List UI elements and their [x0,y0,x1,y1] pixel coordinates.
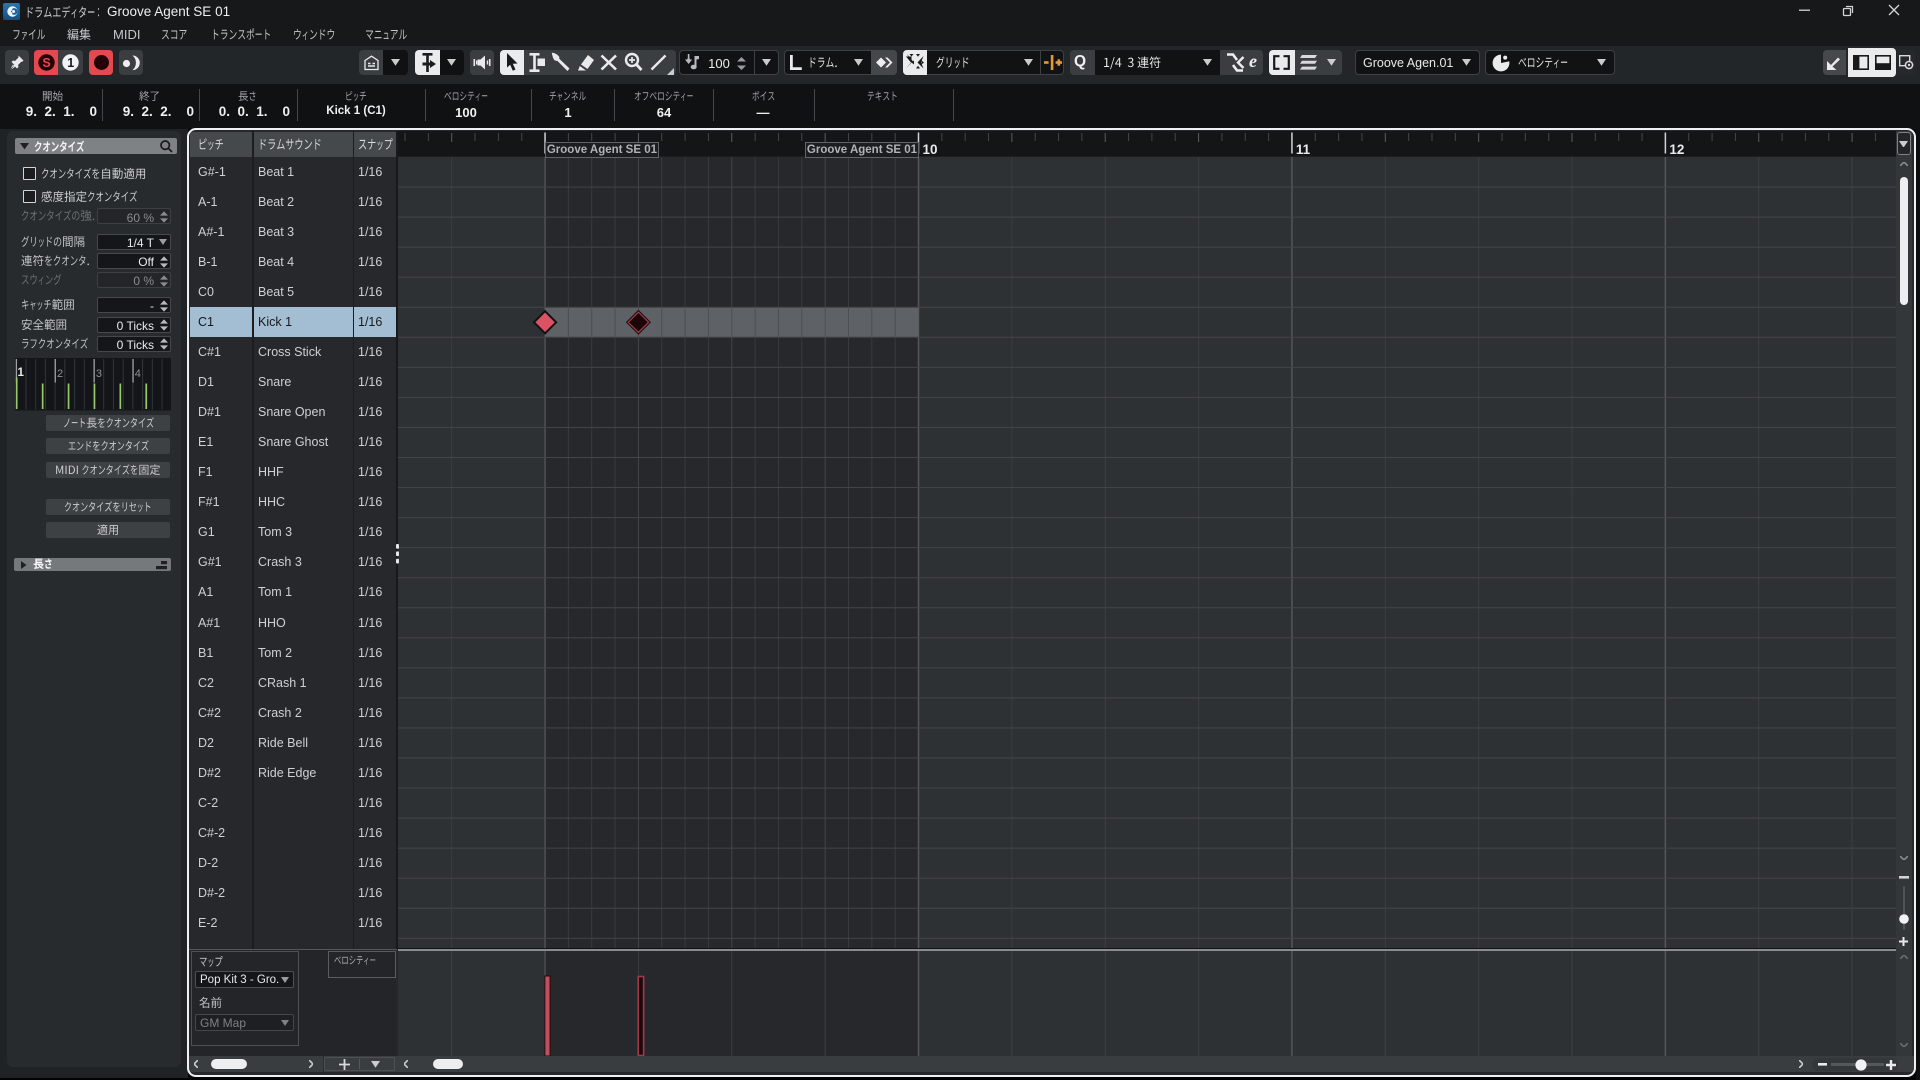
svg-text:S: S [42,56,50,70]
svg-text:1: 1 [67,56,74,70]
